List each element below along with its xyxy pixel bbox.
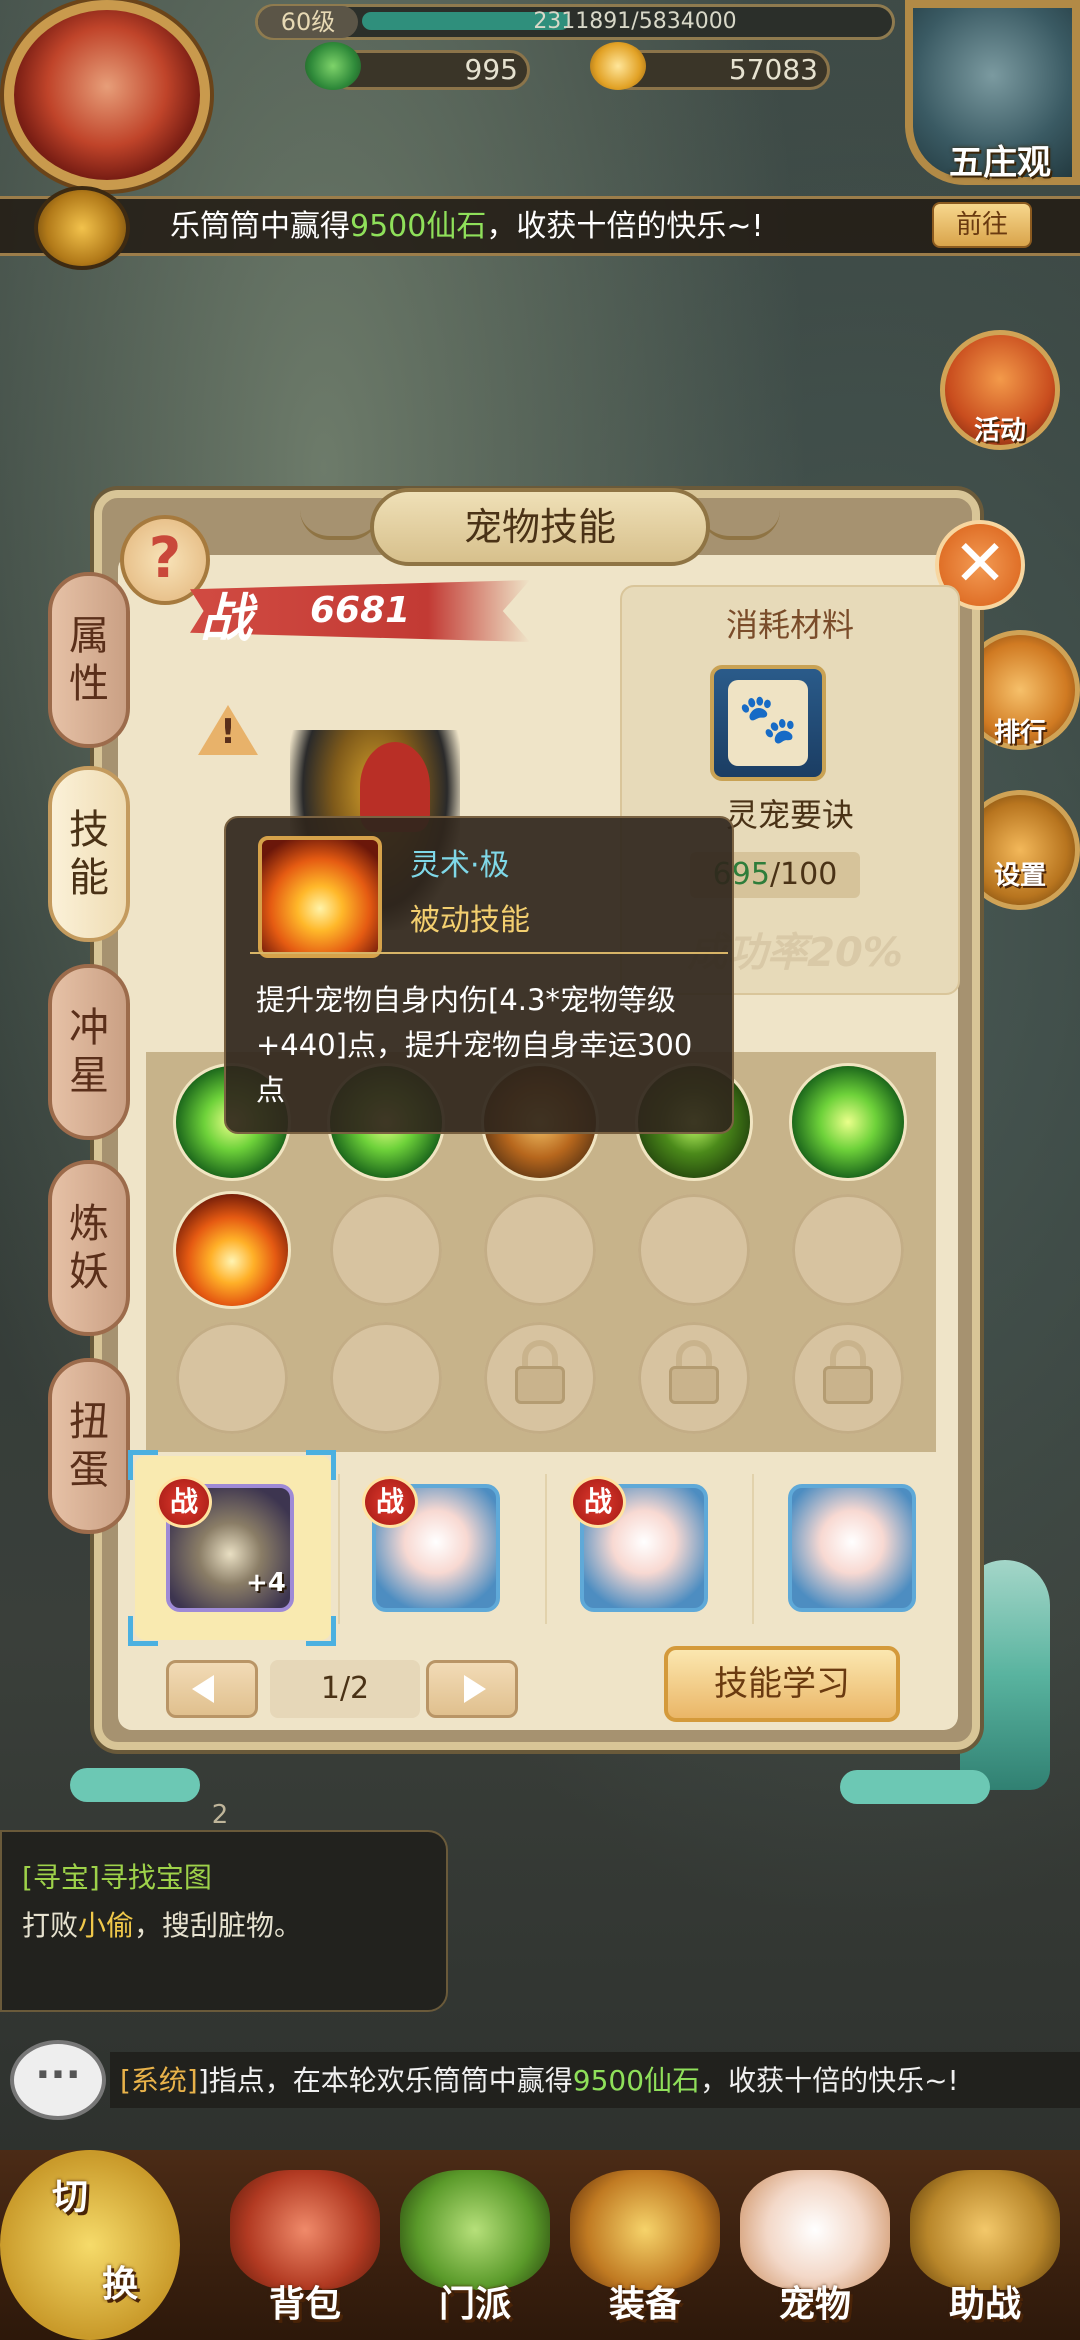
chat-message: [系统]]指点，在本轮欢乐筒筒中赢得9500仙石，收获十倍的快乐~!: [120, 2064, 959, 2097]
jade-ornament-base: [70, 1768, 200, 1802]
map-name: 五庄观: [949, 143, 1051, 183]
panel-title: 宠物技能: [370, 488, 710, 566]
empty-skill-slot[interactable]: [792, 1194, 904, 1306]
arrow-left-icon: [192, 1675, 214, 1703]
switch-label-top: 切: [51, 2177, 88, 2218]
gold-ingot-icon: [590, 42, 646, 90]
bag-icon[interactable]: [230, 2170, 380, 2290]
page-indicator: 1/2: [270, 1660, 420, 1718]
power-value: 6681: [310, 590, 411, 631]
tab-gacha[interactable]: 扭 蛋: [48, 1358, 130, 1534]
horn-icon: [34, 186, 130, 270]
selection-corner: [306, 1450, 336, 1480]
tab-gacha-char2: 蛋: [69, 1447, 109, 1493]
tab-refine-char1: 炼: [69, 1201, 109, 1247]
skill-slot[interactable]: [176, 1194, 288, 1306]
tab-star-up[interactable]: 冲 星: [48, 964, 130, 1140]
switch-label-bottom: 换: [101, 2264, 138, 2305]
pet-separator: [545, 1474, 547, 1624]
arrow-right-icon: [464, 1675, 486, 1703]
tooltip-divider: [250, 952, 728, 954]
pet-icon[interactable]: [740, 2170, 890, 2290]
tab-star-up-char2: 星: [69, 1053, 109, 1099]
tab-skills-char1: 技: [69, 807, 109, 853]
skill-type: 被动技能: [410, 903, 530, 938]
quest-title: [寻宝]寻找宝图: [22, 1861, 212, 1894]
lock-icon: [669, 1366, 719, 1404]
tab-star-up-char1: 冲: [69, 1005, 109, 1051]
battle-badge: 战: [570, 1476, 626, 1528]
skill-slot[interactable]: [792, 1066, 904, 1178]
quest-count[interactable]: 2: [190, 1800, 250, 1840]
activity-label: 活动: [973, 416, 1026, 446]
selection-corner: [306, 1616, 336, 1646]
jade-amount: 995: [464, 53, 518, 86]
selection-corner: [128, 1450, 158, 1480]
exp-text: 2311891/5834000: [533, 9, 737, 34]
nav-bag-label: 背包: [268, 2284, 341, 2325]
player-avatar[interactable]: [4, 0, 210, 190]
broadcast-text: 乐筒筒中赢得9500仙石，收获十倍的快乐~!: [170, 209, 764, 244]
battle-badge: 战: [156, 1476, 212, 1528]
skill-name: 灵术·极: [410, 848, 510, 883]
battle-badge: 战: [362, 1476, 418, 1528]
nav-pet-label: 宠物: [778, 2284, 851, 2325]
equipment-icon[interactable]: [570, 2170, 720, 2290]
pet-separator: [752, 1474, 754, 1624]
skill-description: 提升宠物自身内伤[4.3*宠物等级+440]点，提升宠物自身幸运300点: [256, 983, 693, 1107]
nav-sect-label: 门派: [438, 2284, 511, 2325]
power-glyph: 战: [200, 589, 253, 649]
tab-attributes-char1: 属: [69, 613, 109, 659]
learn-skill-button[interactable]: 技能学习: [664, 1646, 900, 1722]
skill-fire-icon: [258, 836, 382, 958]
paw-icon: 🐾: [738, 691, 798, 747]
nav-assist-label: 助战: [948, 2284, 1021, 2325]
tab-refine[interactable]: 炼 妖: [48, 1160, 130, 1336]
tab-attributes-char2: 性: [69, 661, 109, 707]
gold-amount: 57083: [728, 53, 818, 86]
pet-level-plus: +4: [246, 1568, 286, 1598]
lock-icon: [823, 1366, 873, 1404]
assist-icon[interactable]: [910, 2170, 1060, 2290]
sect-icon[interactable]: [400, 2170, 550, 2290]
empty-skill-slot[interactable]: [330, 1322, 442, 1434]
tab-skills[interactable]: 技 能: [48, 766, 130, 942]
chat-dots-icon: ···: [35, 2052, 81, 2098]
selection-corner: [128, 1616, 158, 1646]
empty-skill-slot[interactable]: [176, 1322, 288, 1434]
warning-mark: !: [220, 712, 236, 752]
jade-ornament-base: [840, 1770, 990, 1804]
jade-icon: [305, 42, 361, 90]
tab-attributes[interactable]: 属 性: [48, 572, 130, 748]
quest-description: 打败小偷，搜刮脏物。: [22, 1909, 303, 1942]
pet-card[interactable]: [788, 1484, 916, 1612]
nav-equipment-label: 装备: [608, 2284, 681, 2325]
empty-skill-slot[interactable]: [638, 1194, 750, 1306]
tab-refine-char2: 妖: [69, 1249, 109, 1295]
goto-button[interactable]: 前往: [932, 202, 1032, 248]
level-label: 60级: [258, 6, 358, 38]
tab-skills-char2: 能: [69, 855, 109, 901]
lock-icon: [515, 1366, 565, 1404]
material-title: 消耗材料: [725, 606, 854, 644]
empty-skill-slot[interactable]: [484, 1194, 596, 1306]
empty-skill-slot[interactable]: [330, 1194, 442, 1306]
tab-gacha-char1: 扭: [69, 1399, 109, 1445]
pet-separator: [338, 1474, 340, 1624]
